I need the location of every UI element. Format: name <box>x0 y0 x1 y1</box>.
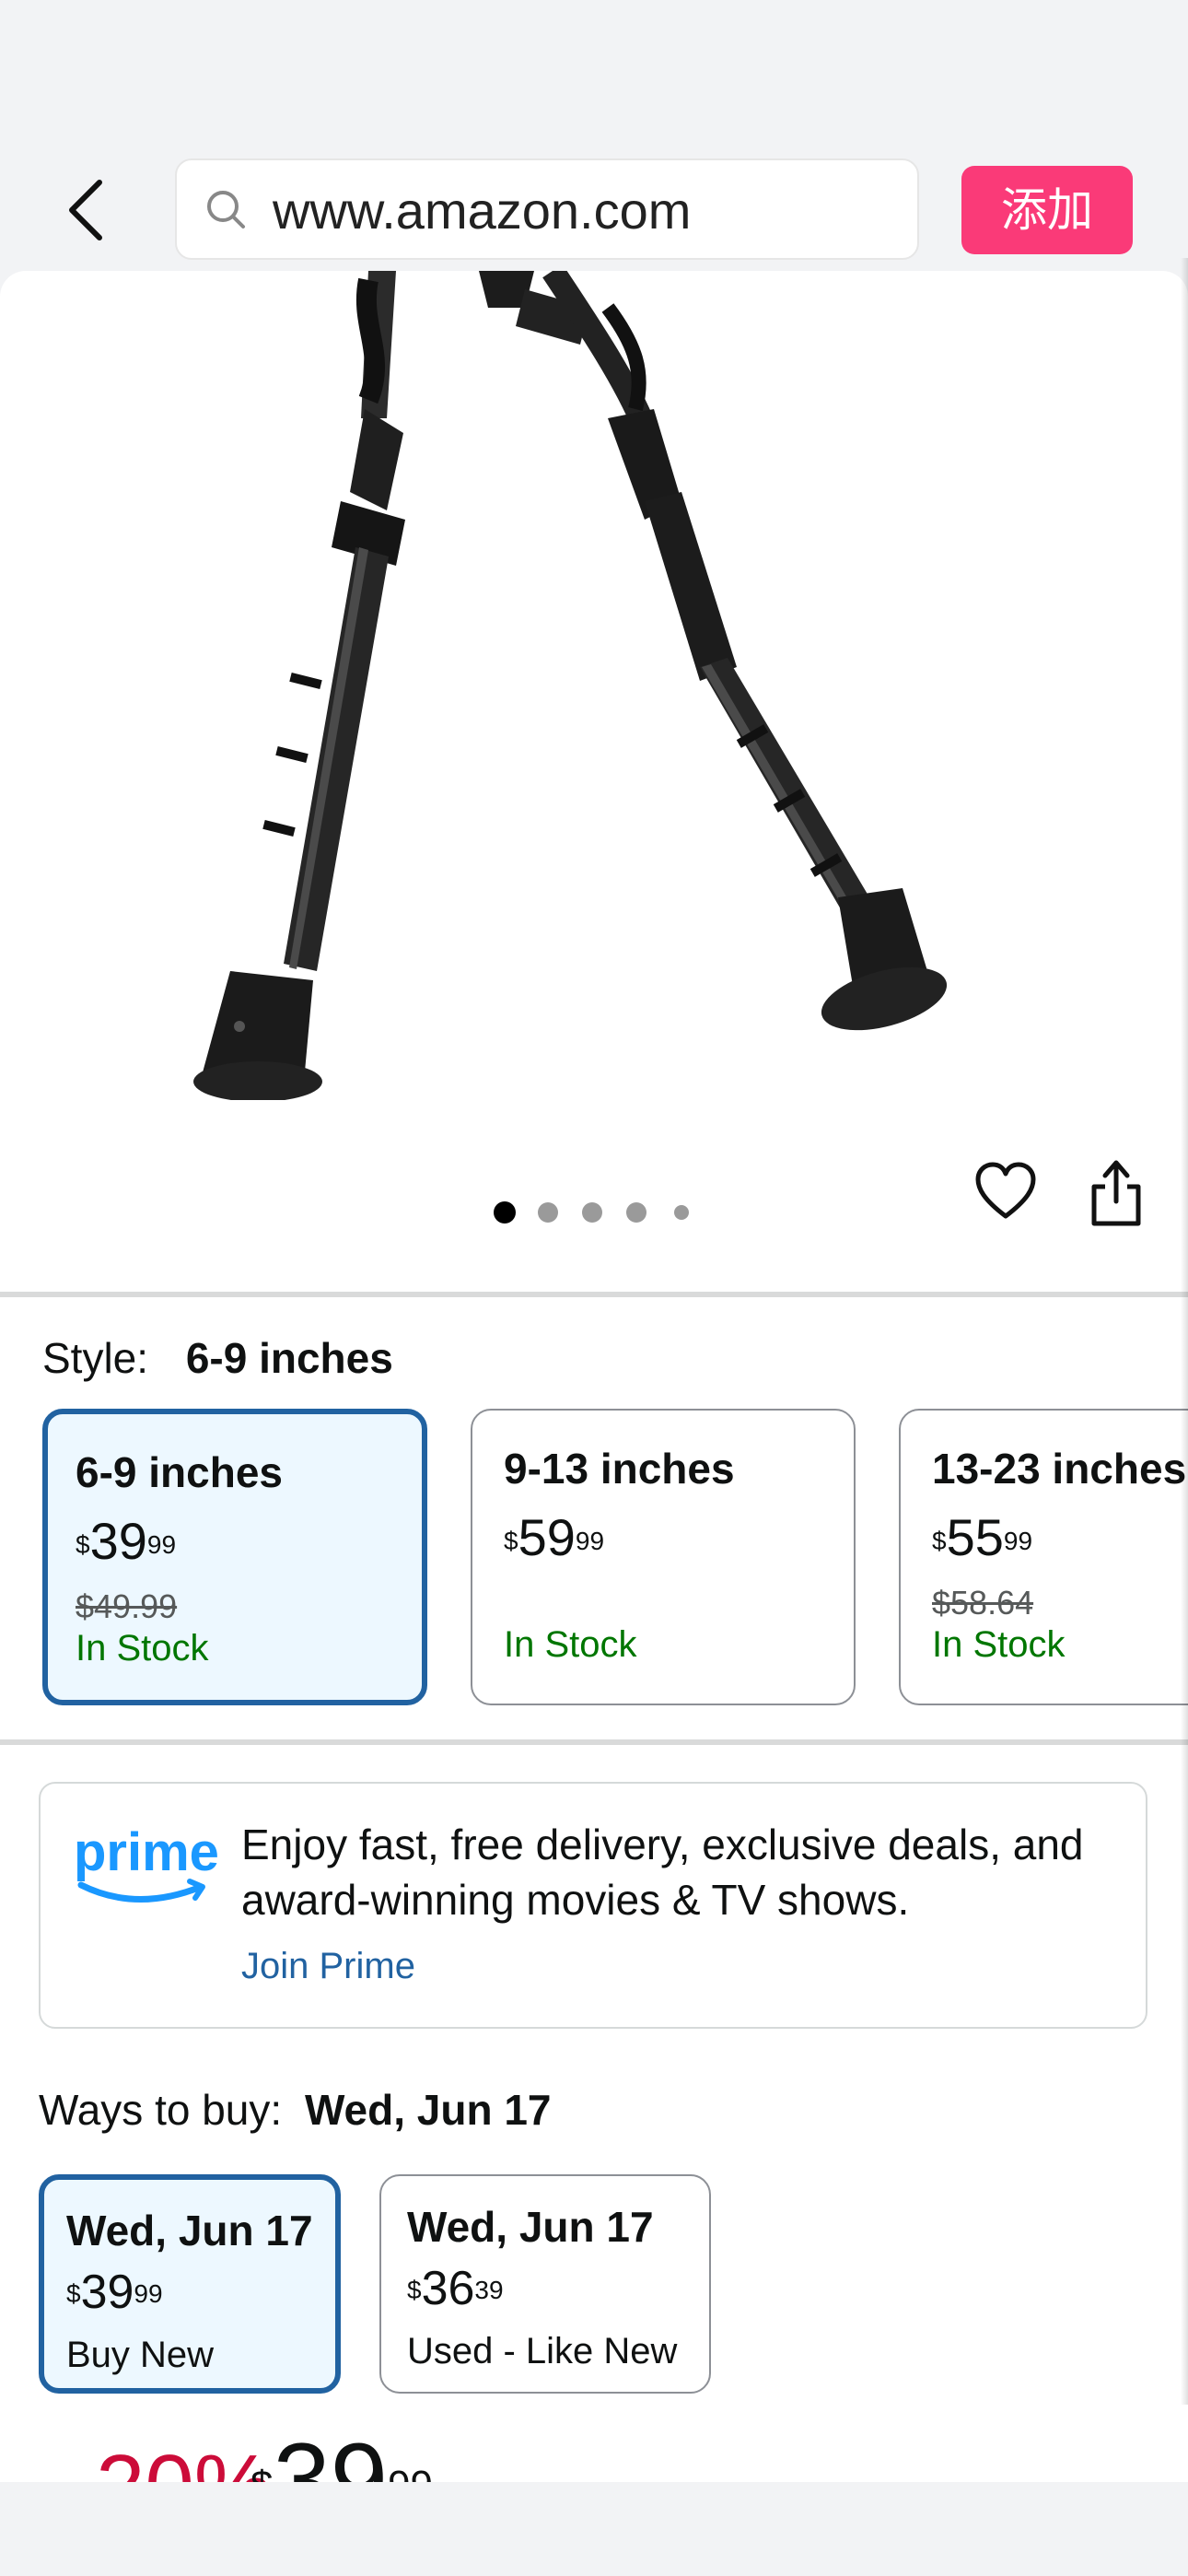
buy-option-used[interactable]: Wed, Jun 17 $3639 Used - Like New <box>379 2174 711 2394</box>
gallery-dot-1[interactable] <box>494 1201 516 1224</box>
gallery-dot-4[interactable] <box>626 1202 646 1223</box>
search-icon <box>207 191 245 228</box>
section-divider <box>0 1292 1188 1297</box>
ways-to-buy-label: Ways to buy: <box>39 2086 283 2134</box>
buy-option-new[interactable]: Wed, Jun 17 $3999 Buy New <box>39 2174 341 2394</box>
gallery-dot-3[interactable] <box>582 1202 602 1223</box>
bipod-left-leg <box>193 271 405 1100</box>
add-button[interactable]: 添加 <box>961 166 1133 254</box>
style-option-name: 6-9 inches <box>76 1448 283 1496</box>
product-page: Style: 6-9 inches 6-9 inches $3999 $49.9… <box>0 271 1188 2482</box>
style-option-stock: In Stock <box>504 1624 637 1665</box>
discount-percent: -20% <box>66 2436 273 2482</box>
style-option-price: $3999 <box>76 1512 177 1570</box>
style-option-stock: In Stock <box>932 1624 1066 1665</box>
buy-option-price: $3999 <box>66 2266 163 2319</box>
right-edge-shadow <box>1181 258 1188 2405</box>
style-option-9-13[interactable]: 9-13 inches $5999 In Stock <box>471 1409 856 1705</box>
buy-option-condition: Used - Like New <box>407 2331 678 2371</box>
heart-icon[interactable] <box>974 1161 1037 1224</box>
style-option-stock: In Stock <box>76 1628 209 1669</box>
style-option-6-9[interactable]: 6-9 inches $3999 $49.99 In Stock <box>42 1409 427 1705</box>
style-option-was-price: $49.99 <box>76 1587 178 1625</box>
style-label: Style: <box>42 1334 149 1382</box>
ways-to-buy-label-row: Ways to buy: Wed, Jun 17 <box>39 2084 552 2136</box>
product-image[interactable] <box>92 271 1105 1100</box>
gallery-dot-5[interactable] <box>674 1205 689 1220</box>
style-option-price: $5999 <box>504 1508 605 1566</box>
svg-text:prime: prime <box>74 1822 219 1882</box>
url-text: www.amazon.com <box>273 181 692 240</box>
share-icon[interactable] <box>1089 1159 1144 1227</box>
buy-option-date: Wed, Jun 17 <box>66 2207 313 2254</box>
bipod-right-leg <box>542 271 948 1031</box>
prime-logo: prime <box>74 1822 219 1903</box>
buy-option-condition: Buy New <box>66 2335 215 2375</box>
ways-to-buy-date: Wed, Jun 17 <box>304 2086 552 2134</box>
price-summary: -20% $3999 <box>66 2432 619 2482</box>
style-option-name: 13-23 inches <box>932 1445 1187 1493</box>
prime-message: Enjoy fast, free delivery, exclusive dea… <box>241 1821 1084 1924</box>
style-selected-value: 6-9 inches <box>185 1334 393 1382</box>
back-arrow-icon[interactable] <box>59 175 114 245</box>
buy-option-date: Wed, Jun 17 <box>407 2203 654 2251</box>
style-option-was-price: $58.64 <box>932 1584 1034 1622</box>
style-option-name: 9-13 inches <box>504 1445 735 1493</box>
prime-promo[interactable]: prime Enjoy fast, free delivery, exclusi… <box>39 1782 1147 2029</box>
section-divider <box>0 1739 1188 1745</box>
buy-option-price: $3639 <box>407 2262 504 2315</box>
style-option-13-23[interactable]: 13-23 inches $5599 $58.64 In Stock <box>899 1409 1188 1705</box>
style-label-row: Style: 6-9 inches <box>42 1332 393 1384</box>
join-prime-link[interactable]: Join Prime <box>241 1946 415 1987</box>
style-option-price: $5599 <box>932 1508 1033 1566</box>
address-bar[interactable]: www.amazon.com <box>175 158 919 260</box>
current-price: $3999 <box>250 2432 433 2482</box>
gallery-dot-2[interactable] <box>538 1202 558 1223</box>
